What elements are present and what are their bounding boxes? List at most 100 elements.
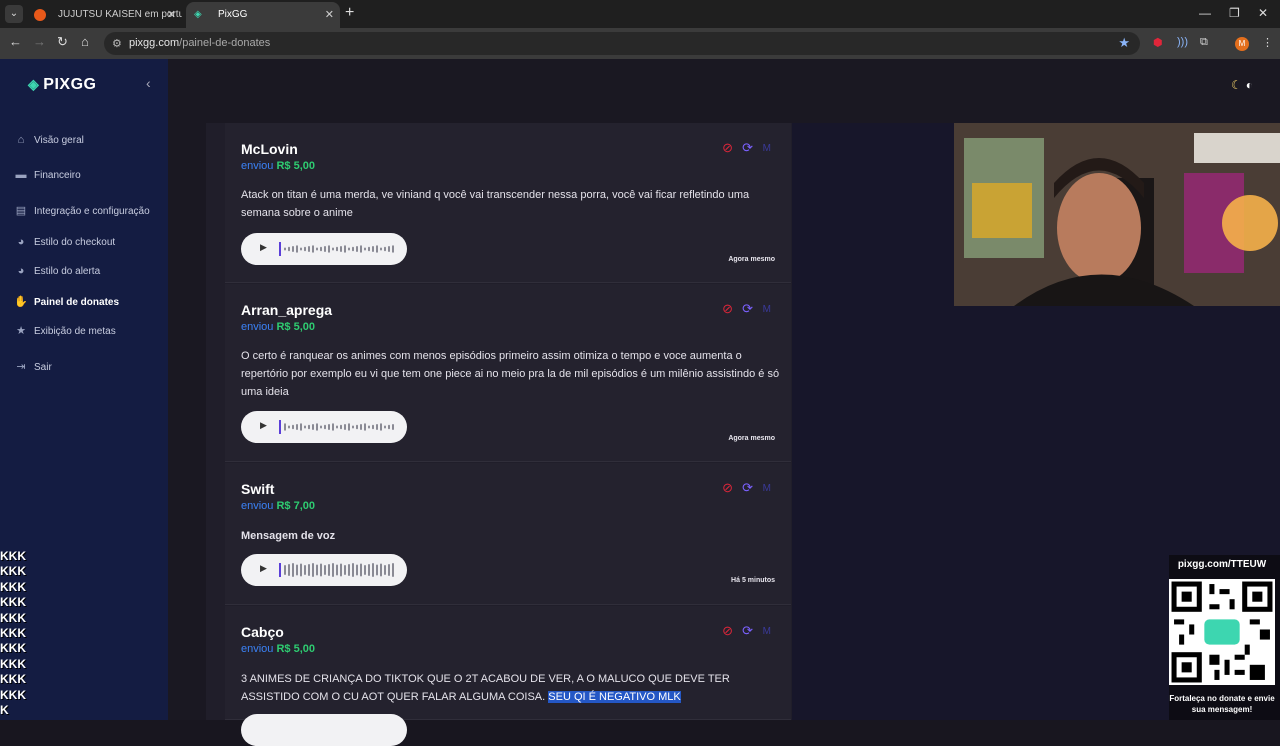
bookmark-star-icon[interactable]: ★ [1118,35,1130,51]
pixgg-logo-icon: ◈ [28,76,40,92]
block-icon[interactable]: ⊘ [722,623,733,639]
replay-icon[interactable]: ⟳ [742,480,753,496]
donate-card: Arran_aprega enviou R$ 5,00 ⊘ ⟳ M O cert… [225,284,791,462]
forward-arrow-icon[interactable]: → [33,34,46,49]
mute-icon[interactable]: M [763,626,771,637]
audio-player[interactable] [241,714,407,746]
theme-toggle[interactable]: ☾ ◐ [1231,78,1253,92]
chat-message: K [0,703,9,717]
back-arrow-icon[interactable]: ← [9,34,22,49]
donate-icon: ✋ [14,296,28,308]
audio-player[interactable]: ▶ [241,554,407,586]
extension-icon[interactable]: ))) [1177,36,1188,48]
pixgg-logo[interactable]: ◈ PIXGG [28,76,96,94]
url-bar[interactable]: ⚙ pixgg.com/painel-de-donates ★ [104,32,1140,55]
sidebar-item-visao-geral[interactable]: ⌂ Visão geral [14,134,84,146]
donate-amount-line: enviou R$ 5,00 [241,321,316,333]
donor-name: Arran_aprega [241,302,333,318]
minimize-icon[interactable]: — [1199,6,1211,20]
play-icon[interactable]: ▶ [260,563,267,574]
home-icon[interactable]: ⌂ [81,34,89,49]
donate-card: McLovin enviou R$ 5,00 ⊘ ⟳ M Atack on ti… [225,123,791,283]
webcam-image [954,123,1280,306]
extensions-puzzle-icon[interactable]: ⧉ [1200,36,1208,49]
donate-card: Cabço enviou R$ 5,00 ⊘ ⟳ M 3 ANIMES DE C… [225,606,791,746]
donate-time: Agora mesmo [728,256,775,263]
qr-caption: Fortaleça no donate e envie sua mensagem… [1169,694,1275,714]
qr-url: pixgg.com/TTEUW [1177,559,1267,570]
donor-name: Cabço [241,624,284,640]
replay-icon[interactable]: ⟳ [742,301,753,317]
audio-player[interactable]: ▶ [241,411,407,443]
chat-message: KKK [0,610,26,625]
top-header [168,59,1280,123]
logout-icon: ⇥ [16,361,26,373]
sidebar-item-sair[interactable]: ⇥ Sair [14,360,51,373]
audio-player[interactable]: ▶ [241,233,407,265]
address-toolbar: ← → ↻ ⌂ ⚙ pixgg.com/painel-de-donates ★ … [0,28,1280,59]
replay-icon[interactable]: ⟳ [742,623,753,639]
sidebar-item-painel-donates[interactable]: ✋ Painel de donates [14,295,119,308]
donate-amount-line: enviou R$ 5,00 [241,160,316,172]
chat-message: KKK [0,672,26,687]
chat-message: KKK [0,595,26,610]
sidebar-item-financeiro[interactable]: ▬ Financeiro [14,169,81,181]
mute-icon[interactable]: M [763,143,771,154]
waveform[interactable] [279,241,397,257]
close-icon[interactable]: ✕ [167,2,176,28]
close-icon[interactable]: ✕ [325,2,334,28]
collapse-sidebar-chevron-icon[interactable]: ‹ [146,75,151,91]
mute-icon[interactable]: M [763,483,771,494]
reload-icon[interactable]: ↻ [57,34,68,50]
tab-title: JUJUTSU KAISEN em portuguê [58,9,182,20]
sidebar-item-estilo-alerta[interactable]: ◕ Estilo do alerta [14,265,100,277]
new-tab-plus-icon[interactable]: + [345,4,354,22]
browser-tab-bar: ⌄ JUJUTSU KAISEN em portuguê ✕ ◈ PixGG ✕… [0,0,1280,28]
chat-message: KKK [0,656,26,671]
qr-code [1169,579,1275,685]
donate-message: Mensagem de voz [241,530,336,542]
donate-time: Agora mesmo [728,435,775,442]
kebab-menu-icon[interactable]: ⋮ [1262,36,1273,49]
replay-icon[interactable]: ⟳ [742,140,753,156]
site-info-icon[interactable]: ⚙ [112,37,122,50]
block-icon[interactable]: ⊘ [722,480,733,496]
chat-message: KKK [0,687,26,702]
donate-message: 3 ANIMES DE CRIANÇA DO TIKTOK QUE O 2T A… [241,673,730,703]
moon-icon: ◐ [1245,78,1254,92]
sidebar-item-integracao[interactable]: ▤ Integração e configuração [14,204,150,217]
waveform[interactable] [279,419,397,435]
tab-title: PixGG [218,9,248,20]
chat-message: KKK [0,641,26,656]
settings-icon: ▤ [15,205,27,217]
window-close-icon[interactable]: ✕ [1258,6,1268,20]
play-icon[interactable]: ▶ [260,420,267,431]
donor-name: Swift [241,481,275,497]
sun-icon: ☾ [1231,78,1242,92]
waveform[interactable] [279,562,397,578]
play-icon[interactable]: ▶ [260,242,267,253]
donate-time: Há 5 minutos [731,577,775,584]
chat-message: KKK [0,564,26,579]
tab-search-button[interactable]: ⌄ [5,5,23,23]
restore-icon[interactable]: ❐ [1229,6,1240,20]
donate-message: Atack on titan é uma merda, ve viniand q… [241,189,750,219]
webcam-overlay [954,123,1280,306]
donate-amount-line: enviou R$ 7,00 [241,500,316,512]
star-icon: ★ [16,325,26,337]
sidebar-item-estilo-checkout[interactable]: ◕ Estilo do checkout [14,236,116,248]
pixgg-favicon-icon: ◈ [194,9,202,20]
browser-tab-active[interactable]: ◈ PixGG ✕ [186,2,340,28]
palette-icon: ◕ [17,265,25,277]
profile-avatar[interactable]: M [1235,37,1249,51]
qr-overlay: pixgg.com/TTEUW Fortaleça no donate e en… [1169,555,1280,720]
block-icon[interactable]: ⊘ [722,301,733,317]
browser-tab[interactable]: JUJUTSU KAISEN em portuguê ✕ [26,2,182,28]
mute-icon[interactable]: M [763,304,771,315]
extension-icon[interactable]: ⬢ [1153,36,1163,49]
sidebar-item-exibicao-metas[interactable]: ★ Exibição de metas [14,324,116,337]
block-icon[interactable]: ⊘ [722,140,733,156]
url-text[interactable]: pixgg.com/painel-de-donates [129,37,270,49]
qr-code-image [1171,581,1273,683]
crunchyroll-favicon-icon [34,9,46,21]
